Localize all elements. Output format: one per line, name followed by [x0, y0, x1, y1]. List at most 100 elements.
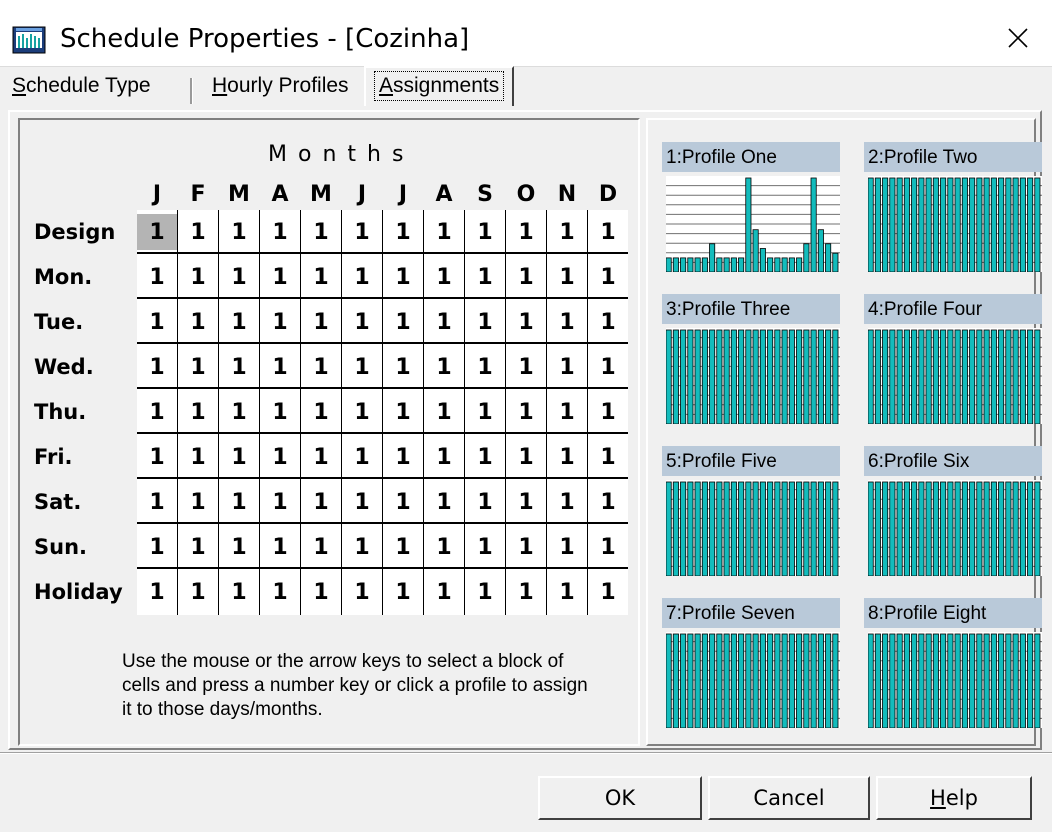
grid-cell[interactable]: 1 [301, 439, 341, 475]
grid-cell[interactable]: 1 [547, 439, 587, 475]
grid-cell[interactable]: 1 [260, 394, 300, 430]
grid-cell[interactable]: 1 [342, 394, 382, 430]
grid-cell[interactable]: 1 [506, 439, 546, 475]
grid-cell[interactable]: 1 [424, 349, 464, 385]
grid-cell[interactable]: 1 [588, 484, 628, 520]
grid-cell[interactable]: 1 [342, 214, 382, 250]
grid-cell[interactable]: 1 [506, 484, 546, 520]
grid-cell[interactable]: 1 [547, 349, 587, 385]
grid-cell[interactable]: 1 [465, 214, 505, 250]
grid-cell[interactable]: 1 [219, 484, 259, 520]
close-button[interactable] [992, 14, 1044, 62]
grid-cell[interactable]: 1 [383, 259, 423, 295]
grid-cell[interactable]: 1 [424, 214, 464, 250]
grid-cell[interactable]: 1 [342, 304, 382, 340]
grid-cell[interactable]: 1 [424, 394, 464, 430]
grid-cell[interactable]: 1 [219, 349, 259, 385]
grid-cell[interactable]: 1 [301, 349, 341, 385]
grid-cell[interactable]: 1 [342, 259, 382, 295]
grid-cell[interactable]: 1 [383, 439, 423, 475]
grid-cell[interactable]: 1 [137, 259, 177, 295]
grid-cell[interactable]: 1 [465, 349, 505, 385]
grid-cell[interactable]: 1 [260, 259, 300, 295]
grid-cell[interactable]: 1 [465, 574, 505, 610]
grid-cell[interactable]: 1 [588, 349, 628, 385]
grid-cell[interactable]: 1 [219, 214, 259, 250]
grid-cell[interactable]: 1 [588, 394, 628, 430]
profile-5[interactable]: 5:Profile Five [662, 446, 840, 576]
grid-cell[interactable]: 1 [588, 439, 628, 475]
grid-cell[interactable]: 1 [301, 394, 341, 430]
profile-8[interactable]: 8:Profile Eight [864, 598, 1042, 728]
grid-cell[interactable]: 1 [137, 349, 177, 385]
grid-cell[interactable]: 1 [260, 529, 300, 565]
grid-cell[interactable]: 1 [506, 349, 546, 385]
grid-cell[interactable]: 1 [588, 304, 628, 340]
grid-cell[interactable]: 1 [137, 394, 177, 430]
grid-cell[interactable]: 1 [301, 214, 341, 250]
grid-cell[interactable]: 1 [219, 529, 259, 565]
grid-cell[interactable]: 1 [178, 484, 218, 520]
profile-6[interactable]: 6:Profile Six [864, 446, 1042, 576]
grid-cell[interactable]: 1 [547, 259, 587, 295]
grid-cell[interactable]: 1 [178, 259, 218, 295]
grid-cell[interactable]: 1 [547, 304, 587, 340]
grid-cell[interactable]: 1 [260, 349, 300, 385]
grid-cell[interactable]: 1 [137, 484, 177, 520]
grid-cell[interactable]: 1 [260, 304, 300, 340]
grid-cell[interactable]: 1 [178, 349, 218, 385]
grid-cell[interactable]: 1 [506, 259, 546, 295]
grid-cell[interactable]: 1 [506, 394, 546, 430]
grid-cell[interactable]: 1 [301, 484, 341, 520]
grid-cell[interactable]: 1 [137, 214, 177, 250]
grid-cell[interactable]: 1 [506, 574, 546, 610]
grid-cell[interactable]: 1 [137, 439, 177, 475]
grid-cell[interactable]: 1 [465, 529, 505, 565]
grid-cell[interactable]: 1 [342, 574, 382, 610]
help-button[interactable]: Help [876, 776, 1032, 820]
grid-cell[interactable]: 1 [178, 214, 218, 250]
grid-cell[interactable]: 1 [588, 529, 628, 565]
grid-cell[interactable]: 1 [301, 259, 341, 295]
grid-cell[interactable]: 1 [383, 394, 423, 430]
grid-cell[interactable]: 1 [383, 349, 423, 385]
grid-cell[interactable]: 1 [137, 529, 177, 565]
grid-cell[interactable]: 1 [424, 484, 464, 520]
grid-cell[interactable]: 1 [260, 214, 300, 250]
profile-7[interactable]: 7:Profile Seven [662, 598, 840, 728]
grid-cell[interactable]: 1 [178, 439, 218, 475]
grid-cell[interactable]: 1 [383, 484, 423, 520]
grid-cell[interactable]: 1 [424, 439, 464, 475]
grid-cell[interactable]: 1 [383, 529, 423, 565]
grid-cell[interactable]: 1 [219, 574, 259, 610]
grid-cell[interactable]: 1 [547, 574, 587, 610]
grid-cell[interactable]: 1 [260, 574, 300, 610]
grid-cell[interactable]: 1 [383, 214, 423, 250]
profile-3[interactable]: 3:Profile Three [662, 294, 840, 424]
grid-cell[interactable]: 1 [342, 529, 382, 565]
grid-cell[interactable]: 1 [547, 214, 587, 250]
grid-cell[interactable]: 1 [424, 574, 464, 610]
grid-cell[interactable]: 1 [178, 529, 218, 565]
grid-cell[interactable]: 1 [301, 529, 341, 565]
grid-cell[interactable]: 1 [424, 304, 464, 340]
grid-cell[interactable]: 1 [547, 529, 587, 565]
grid-cell[interactable]: 1 [178, 394, 218, 430]
grid-cell[interactable]: 1 [219, 304, 259, 340]
grid-cell[interactable]: 1 [547, 484, 587, 520]
grid-cell[interactable]: 1 [588, 259, 628, 295]
grid-cell[interactable]: 1 [342, 349, 382, 385]
grid-cell[interactable]: 1 [178, 304, 218, 340]
grid-cell[interactable]: 1 [137, 304, 177, 340]
grid-cell[interactable]: 1 [342, 484, 382, 520]
grid-cell[interactable]: 1 [301, 304, 341, 340]
grid-cell[interactable]: 1 [465, 304, 505, 340]
grid-cell[interactable]: 1 [219, 439, 259, 475]
assignment-grid[interactable]: 1111111111111111111111111111111111111111… [137, 210, 628, 615]
grid-cell[interactable]: 1 [424, 259, 464, 295]
grid-cell[interactable]: 1 [465, 259, 505, 295]
grid-cell[interactable]: 1 [465, 439, 505, 475]
grid-cell[interactable]: 1 [301, 574, 341, 610]
profile-1[interactable]: 1:Profile One [662, 142, 840, 272]
cancel-button[interactable]: Cancel [708, 776, 870, 820]
